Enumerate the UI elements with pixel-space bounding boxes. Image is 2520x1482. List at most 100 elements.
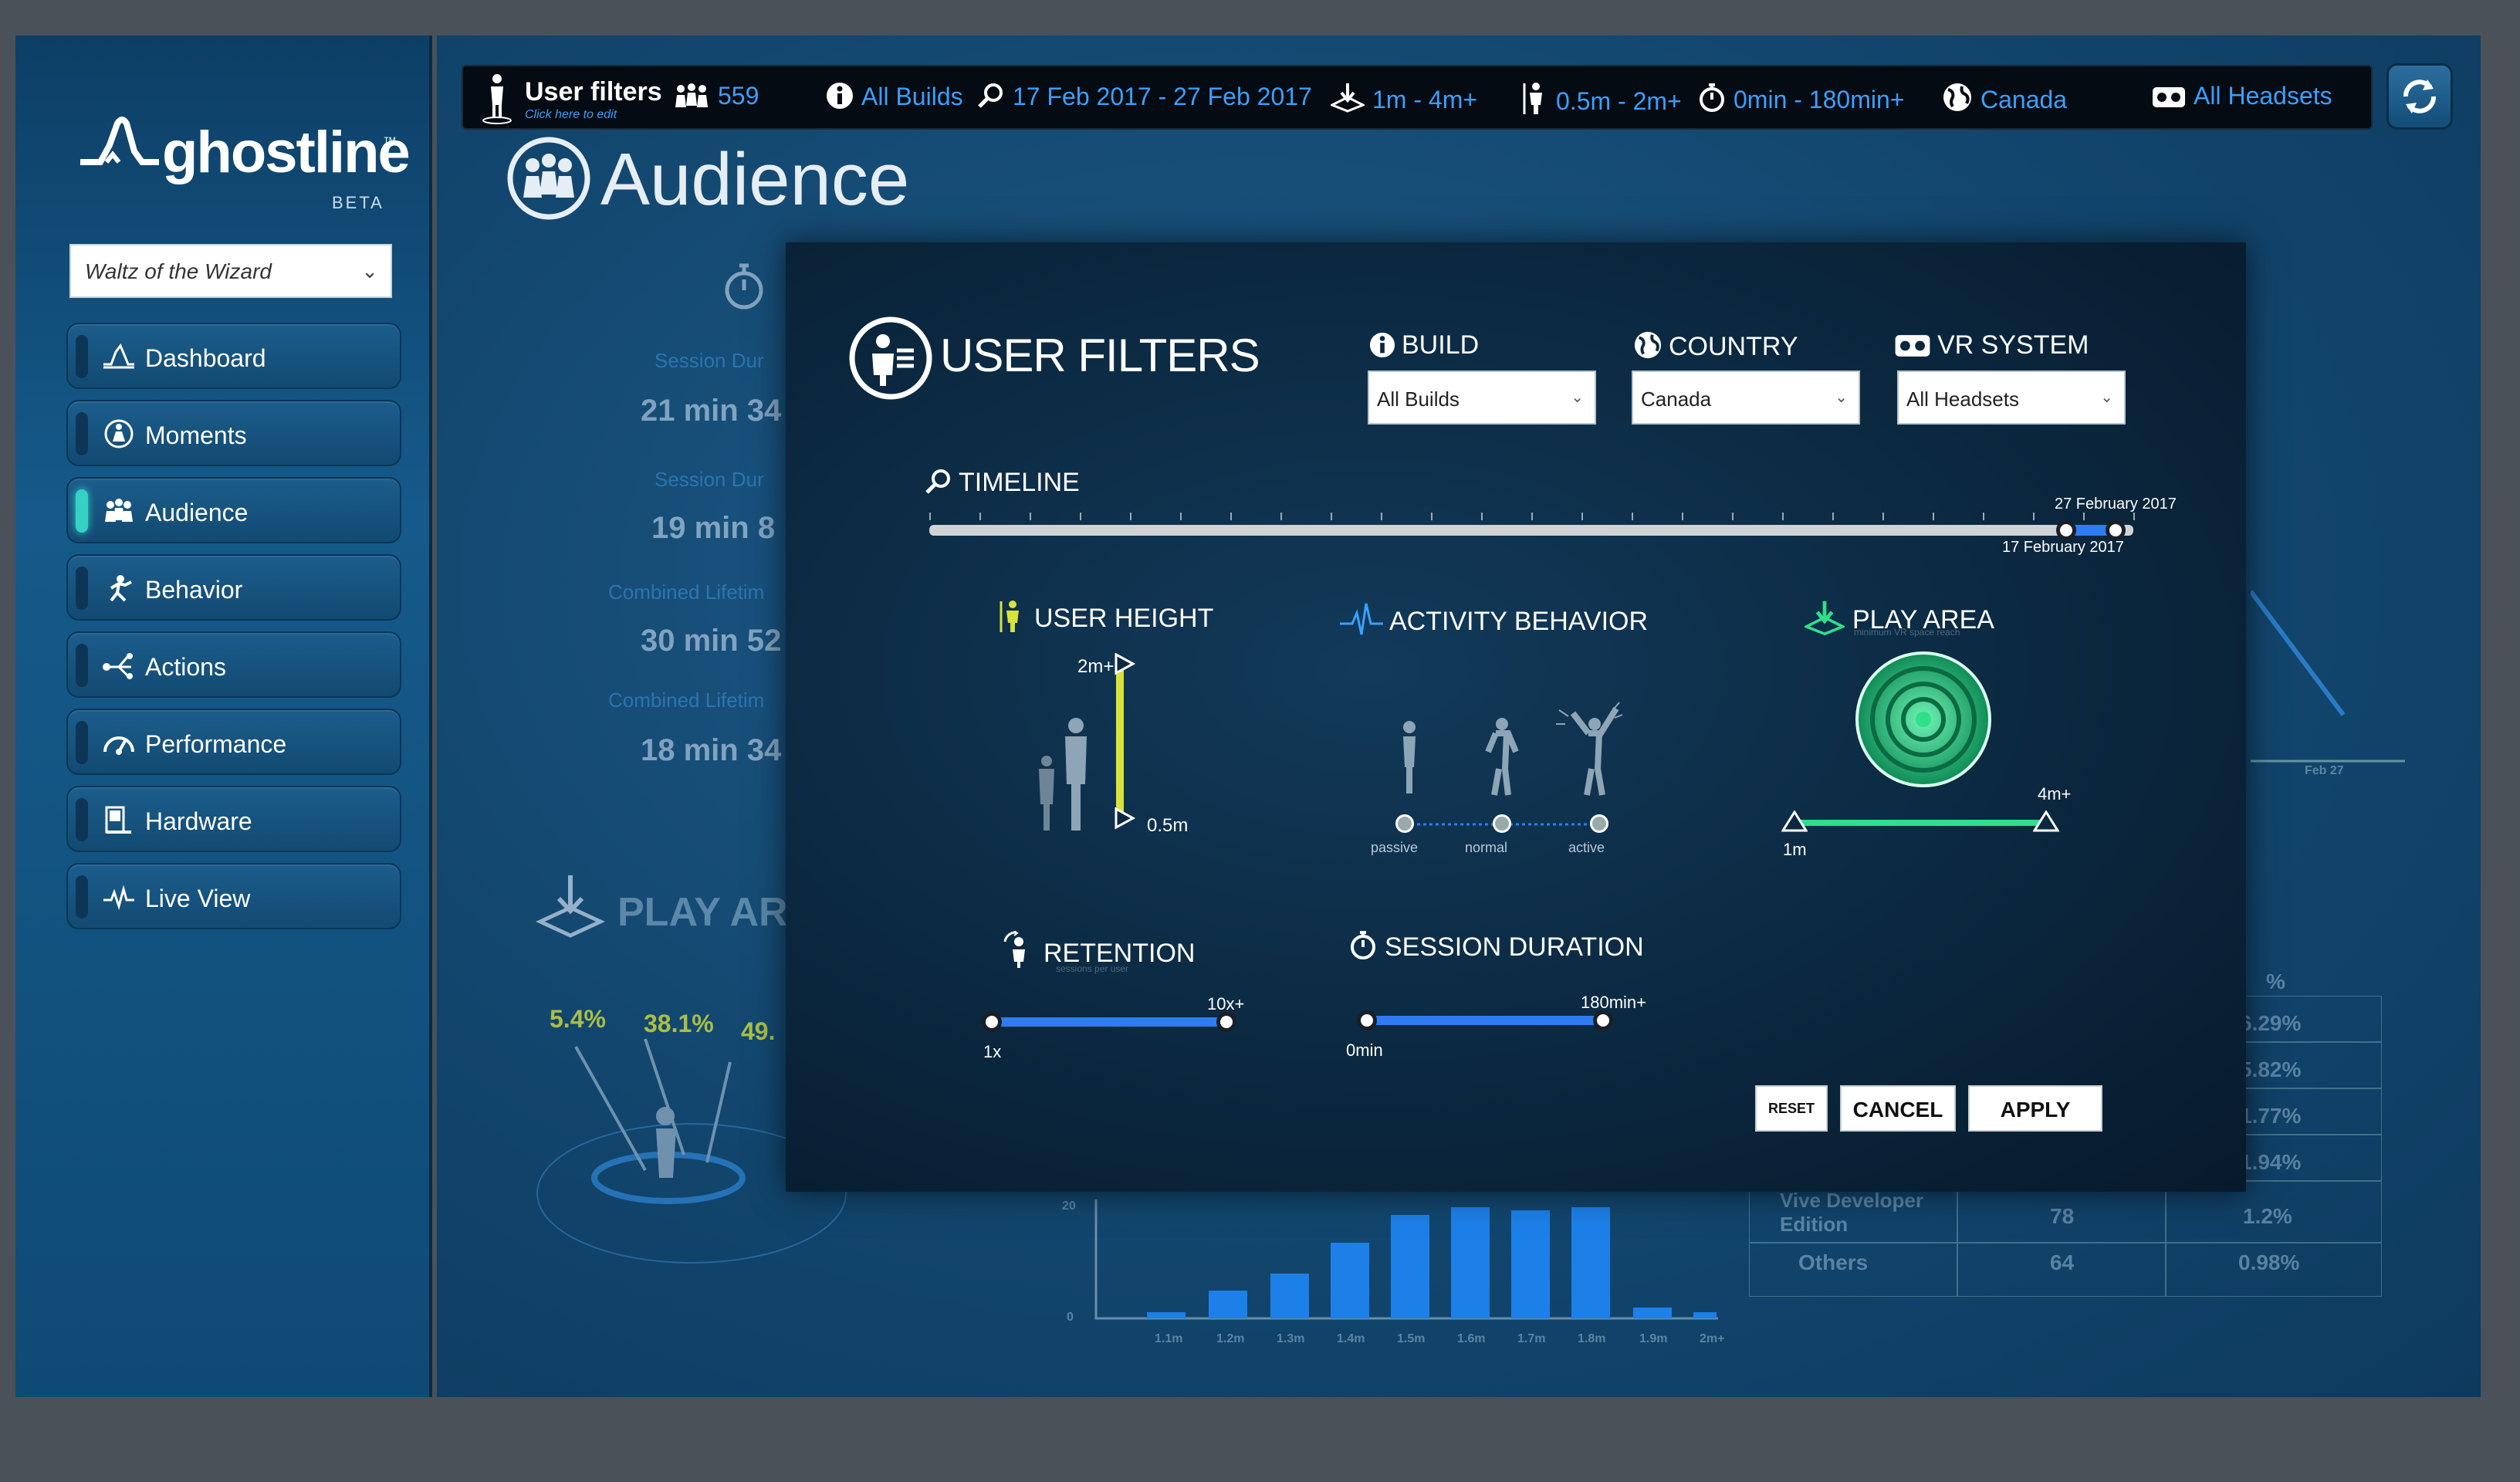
timeline-start-handle[interactable] <box>2056 520 2076 540</box>
sidebar-item-audience[interactable]: Audience <box>66 477 401 543</box>
height-icon <box>1000 601 1019 632</box>
bg-table-pct: 5.82% <box>2240 1057 2302 1081</box>
globe-icon <box>1943 83 1971 111</box>
sidebar-item-hardware[interactable]: Hardware <box>66 786 401 852</box>
bg-hist-x-tick: 1.5m <box>1397 1332 1426 1345</box>
build-select[interactable]: All Builds ⌄ <box>1368 370 1596 425</box>
sidebar-item-label: Live View <box>145 885 251 912</box>
sidebar-item-actions[interactable]: Actions <box>66 631 401 698</box>
nav-indicator <box>76 875 88 919</box>
stopwatch-icon <box>1351 931 1375 959</box>
play-area-min-label: 1m <box>1783 840 1807 859</box>
height-min-handle[interactable] <box>1113 807 1136 831</box>
timeline-tick <box>1882 513 1884 520</box>
bg-stat-label: Session Dur <box>655 468 764 491</box>
filter-dates: 17 Feb 2017 - 27 Feb 2017 <box>977 82 1312 111</box>
sidebar-item-moments[interactable]: Moments <box>66 400 401 466</box>
country-label-text: COUNTRY <box>1669 332 1798 361</box>
filter-height: 0.5m - 2m+ <box>1522 82 1682 116</box>
sidebar-item-dashboard[interactable]: Dashboard <box>66 323 401 389</box>
duration-value: 0min - 180min+ <box>1734 86 1905 113</box>
sidebar-item-label: Hardware <box>145 807 252 835</box>
bg-table-row-name: Others <box>1798 1250 1869 1274</box>
audience-icon <box>105 499 133 522</box>
ghostline-logo[interactable]: ghostline ™ BETA <box>77 91 411 215</box>
build-select-value: All Builds <box>1377 387 1460 411</box>
play-area-value: 1m - 4m+ <box>1372 86 1478 113</box>
filter-country: Canada <box>1942 82 2067 114</box>
filter-duration: 0min - 180min+ <box>1698 82 1904 114</box>
bg-hist-y-tick: 20 <box>1062 1199 1076 1213</box>
country-label: COUNTRY <box>1633 330 1798 362</box>
play-area-track <box>1794 820 2047 826</box>
refresh-icon <box>2403 80 2436 113</box>
height-track <box>1116 664 1124 821</box>
bg-stat-value: 19 min 8 <box>651 511 776 545</box>
timeline-tick <box>2133 513 2135 520</box>
height-slider[interactable] <box>1110 653 1141 830</box>
chevron-down-icon: ⌄ <box>2100 389 2113 406</box>
sidebar-item-performance[interactable]: Performance <box>66 709 401 775</box>
activity-passive-handle[interactable] <box>1395 814 1414 833</box>
retention-icon <box>1003 930 1025 968</box>
search-icon <box>978 83 1003 108</box>
play-area-max-handle[interactable] <box>2033 810 2059 834</box>
filter-headsets: All Headsets <box>2152 82 2332 110</box>
sidebar-item-behavior[interactable]: Behavior <box>66 554 401 621</box>
nav-indicator <box>76 798 88 841</box>
app-select[interactable]: Waltz of the Wizard ⌄ <box>69 244 392 298</box>
bg-stat-value: 30 min 52 <box>641 624 782 658</box>
search-icon <box>925 469 950 494</box>
filterbar-subtitle: Click here to edit <box>525 108 617 121</box>
bg-stat-label: Session Dur <box>655 349 764 372</box>
retention-min-handle[interactable] <box>982 1012 1002 1032</box>
logo-tm: ™ <box>383 134 397 150</box>
country-select[interactable]: Canada ⌄ <box>1632 370 1860 425</box>
play-area-min-handle[interactable] <box>1781 810 1808 834</box>
vr-system-select[interactable]: All Headsets ⌄ <box>1897 370 2126 425</box>
timeline-tick <box>1481 513 1483 520</box>
activity-slider[interactable] <box>1394 812 1610 843</box>
bg-hist-x-tick: 1.7m <box>1517 1332 1546 1345</box>
bg-table-pct: 1.94% <box>2240 1150 2302 1174</box>
user-count-value: 559 <box>718 82 759 110</box>
page-title: Audience <box>600 138 910 221</box>
play-area-icon <box>1329 83 1366 113</box>
retention-max-handle[interactable] <box>1216 1012 1236 1032</box>
timeline-track <box>929 525 2133 536</box>
timeline-tick <box>1632 513 1633 520</box>
timeline-tick <box>1431 513 1433 520</box>
sidebar-item-label: Behavior <box>145 576 243 604</box>
bg-stat-value: 18 min 34 <box>641 733 782 767</box>
retention-slider[interactable] <box>982 1011 1244 1034</box>
timeline-tick <box>1782 513 1784 520</box>
headset-icon <box>2153 87 2185 107</box>
activity-normal-handle[interactable] <box>1493 814 1511 833</box>
session-duration-max-handle[interactable] <box>1593 1010 1613 1030</box>
apply-button[interactable]: APPLY <box>1968 1085 2102 1132</box>
cancel-button[interactable]: CANCEL <box>1840 1085 1956 1132</box>
user-filter-icon <box>482 74 512 124</box>
refresh-button[interactable] <box>2386 63 2453 130</box>
timeline-end-handle[interactable] <box>2106 520 2126 540</box>
session-duration-slider[interactable] <box>1357 1010 1619 1033</box>
timeline-tick <box>1581 513 1583 520</box>
play-area-slider[interactable] <box>1781 809 2059 840</box>
audience-title-icon <box>507 137 590 220</box>
sidebar-item-label: Actions <box>145 653 226 681</box>
chevron-down-icon: ⌄ <box>1571 389 1584 406</box>
timeline-tick <box>1732 513 1734 520</box>
sidebar-item-live-view[interactable]: Live View <box>66 863 401 929</box>
user-filters-bar[interactable]: User filters Click here to edit 559 All … <box>462 65 2373 130</box>
height-max-handle[interactable] <box>1113 653 1136 676</box>
bg-stat-label: Combined Lifetim <box>608 689 765 712</box>
timeline-slider[interactable] <box>929 513 2135 542</box>
session-duration-label-text: SESSION DURATION <box>1385 932 1644 962</box>
session-duration-min-handle[interactable] <box>1357 1010 1377 1030</box>
chevron-down-icon: ⌄ <box>361 259 378 283</box>
bg-line-axis-label: Feb 27 <box>2305 764 2344 777</box>
user-filters-icon <box>849 316 932 400</box>
activity-active-handle[interactable] <box>1590 814 1608 833</box>
reset-button[interactable]: RESET <box>1755 1085 1828 1132</box>
bg-table-pct: 6.29% <box>2240 1011 2302 1035</box>
